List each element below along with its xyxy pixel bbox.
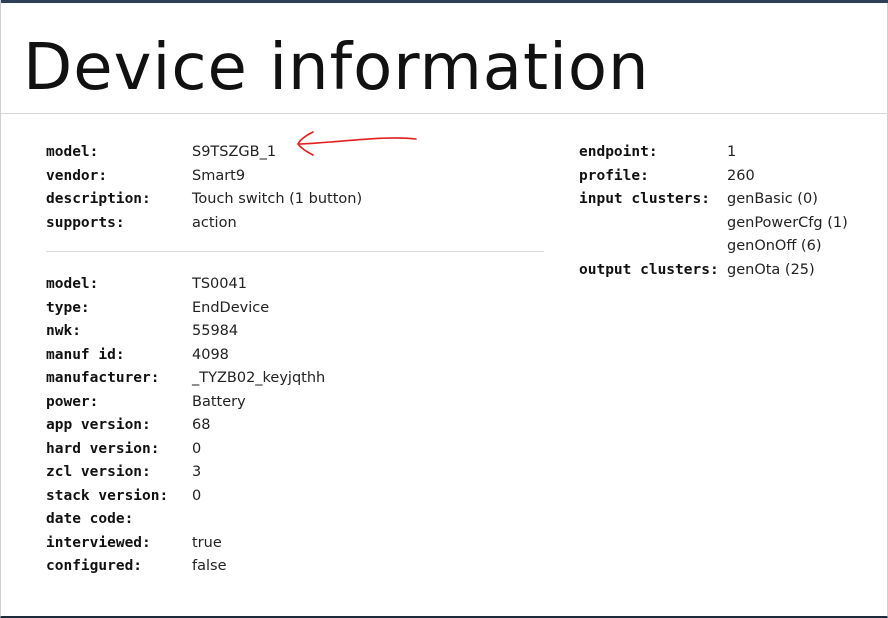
info-row-hard-version: hard version: 0 (46, 438, 446, 462)
info-row-zcl-version: zcl version: 3 (46, 461, 446, 485)
stack-version-value: 0 (192, 487, 202, 504)
info-label: interviewed: (46, 534, 151, 551)
title-divider (1, 113, 888, 114)
info-row-app-version: app version: 68 (46, 414, 446, 438)
info-row-interviewed: interviewed: true (46, 532, 446, 556)
info-label: description: (46, 191, 151, 207)
info-label: manuf id: (46, 346, 125, 363)
app-version-value: 68 (192, 417, 211, 433)
input-cluster-value: genOnOff (6) (727, 238, 822, 254)
info-row-stack-version: stack version: 0 (46, 485, 446, 509)
type-value: EndDevice (192, 299, 270, 316)
info-label: manufacturer: (46, 370, 160, 386)
configured-value: false (192, 558, 227, 574)
input-cluster-value: genPowerCfg (1) (727, 214, 848, 231)
info-row-manuf-id: manuf id: 4098 (46, 344, 446, 368)
section-divider (46, 251, 544, 252)
info-label: nwk: (46, 323, 81, 339)
info-row-description: description: Touch switch (1 button) (46, 188, 446, 212)
info-label: zcl version: (46, 464, 151, 480)
description-value: Touch switch (1 button) (192, 191, 363, 207)
nwk-value: 55984 (192, 323, 239, 339)
device-info-page: Device information model: S9TSZGB_1 vend… (0, 0, 888, 618)
info-label: date code: (46, 511, 134, 527)
device-details-list: model: TS0041 type: EndDevice nwk: 55984… (46, 273, 446, 579)
info-row-type: type: EndDevice (46, 297, 446, 321)
info-row-profile: profile: 260 (579, 165, 879, 189)
output-cluster-value: genOta (25) (727, 261, 815, 278)
info-row-input-clusters: input clusters: genBasic (0) (579, 188, 879, 212)
info-row-nwk: nwk: 55984 (46, 320, 446, 344)
page-title: Device information (23, 31, 650, 105)
input-cluster-value: genBasic (0) (727, 191, 818, 207)
manuf-id-value: 4098 (192, 346, 229, 363)
zcl-version-value: 3 (192, 464, 202, 480)
info-label: stack version: (46, 487, 169, 504)
info-row-power: power: Battery (46, 391, 446, 415)
info-label: model: (46, 276, 99, 292)
annotation-arrow-icon (297, 131, 417, 156)
profile-value: 260 (727, 167, 755, 184)
info-row-output-clusters: output clusters: genOta (25) (579, 259, 879, 283)
info-label: input clusters: (579, 191, 710, 207)
info-row-configured: configured: false (46, 555, 446, 579)
power-value: Battery (192, 393, 246, 410)
interviewed-value: true (192, 534, 222, 551)
info-label: hard version: (46, 440, 160, 457)
top-border (1, 0, 888, 3)
info-row-date-code: date code: (46, 508, 446, 532)
info-label: power: (46, 393, 99, 410)
info-label: model: (46, 144, 99, 160)
info-label: supports: (46, 214, 125, 231)
model-value: TS0041 (192, 276, 247, 292)
info-row-manufacturer: manufacturer: _TYZB02_keyjqthh (46, 367, 446, 391)
info-row-endpoint: endpoint: 1 (579, 141, 879, 165)
info-row-supports: supports: action (46, 212, 446, 236)
endpoint-info-list: endpoint: 1 profile: 260 input clusters:… (579, 141, 879, 282)
info-label: vendor: (46, 167, 108, 184)
model-value: S9TSZGB_1 (192, 144, 277, 160)
info-label: output clusters: (579, 261, 719, 278)
info-row-input-clusters-cont: genPowerCfg (1) (579, 212, 879, 236)
info-row-model: model: TS0041 (46, 273, 446, 297)
vendor-value: Smart9 (192, 167, 246, 184)
info-label: app version: (46, 417, 151, 433)
hard-version-value: 0 (192, 440, 202, 457)
supports-value: action (192, 214, 237, 231)
manufacturer-value: _TYZB02_keyjqthh (192, 370, 326, 386)
info-label: configured: (46, 558, 143, 574)
info-row-input-clusters-cont: genOnOff (6) (579, 235, 879, 259)
info-label: endpoint: (579, 144, 658, 160)
endpoint-value: 1 (727, 144, 737, 160)
info-label: type: (46, 299, 90, 316)
info-label: profile: (579, 167, 649, 184)
